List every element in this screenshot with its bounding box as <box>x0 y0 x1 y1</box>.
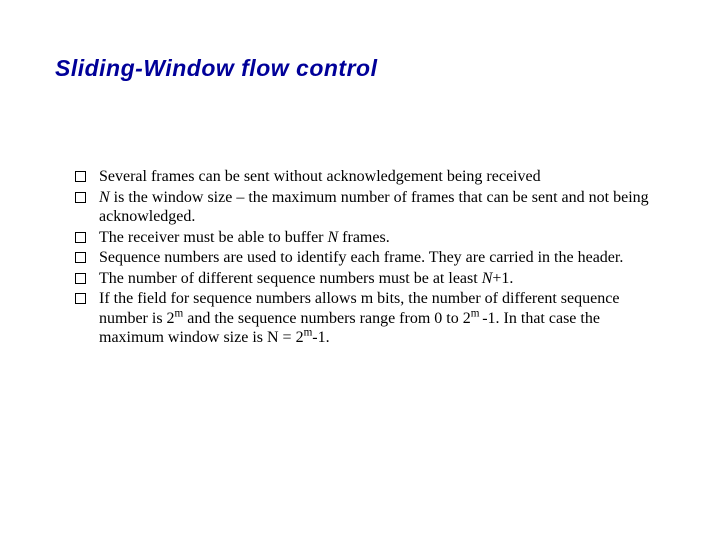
bullet-text: +1. <box>492 270 513 287</box>
list-item: The number of different sequence numbers… <box>75 269 657 289</box>
bullet-text: The receiver must be able to buffer <box>99 229 328 246</box>
bullet-text: is the window size – the maximum number … <box>99 189 649 226</box>
superscript-m: m <box>304 327 313 339</box>
bullet-list: Several frames can be sent without ackno… <box>55 167 665 348</box>
variable-n: N <box>99 189 110 206</box>
bullet-text: The number of different sequence numbers… <box>99 270 482 287</box>
bullet-text: -1. <box>312 329 329 346</box>
bullet-text: frames. <box>338 229 390 246</box>
superscript-m: m <box>471 307 483 319</box>
list-item: Several frames can be sent without ackno… <box>75 167 657 187</box>
bullet-text: and the sequence numbers range from 0 to… <box>183 310 470 327</box>
bullet-text: Several frames can be sent without ackno… <box>99 168 541 185</box>
list-item: The receiver must be able to buffer N fr… <box>75 228 657 248</box>
bullet-text: Sequence numbers are used to identify ea… <box>99 249 623 266</box>
slide-title: Sliding-Window flow control <box>55 55 665 82</box>
variable-n: N <box>328 229 339 246</box>
list-item: If the field for sequence numbers allows… <box>75 289 657 348</box>
slide: Sliding-Window flow control Several fram… <box>0 0 720 540</box>
variable-n: N <box>482 270 493 287</box>
list-item: Sequence numbers are used to identify ea… <box>75 248 657 268</box>
superscript-m: m <box>175 307 184 319</box>
list-item: N is the window size – the maximum numbe… <box>75 188 657 227</box>
